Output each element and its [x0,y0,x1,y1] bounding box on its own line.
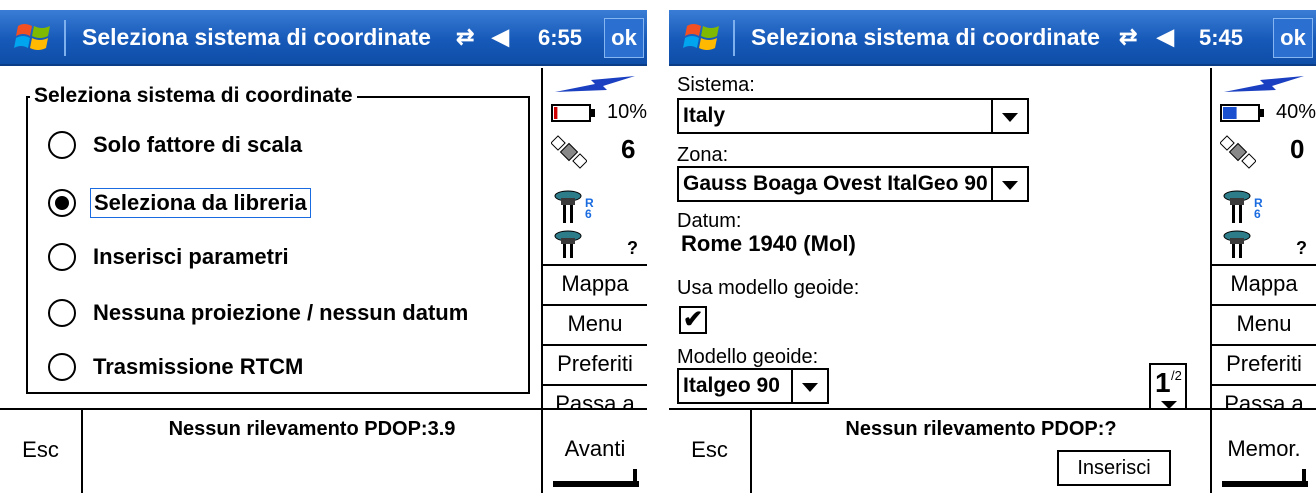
chevron-down-icon[interactable] [991,100,1027,132]
title-bar: Seleziona sistema di coordinate ⇄ ◀ 6:55… [0,10,647,66]
window-title: Seleziona sistema di coordinate [751,24,1100,50]
esc-button[interactable]: Esc [0,410,83,493]
page-indicator[interactable]: 1 /2 [1149,363,1187,413]
windows-start-icon[interactable] [12,16,56,60]
radio-button[interactable] [48,131,76,159]
option-scale-factor[interactable]: Solo fattore di scala [48,128,305,162]
windows-start-icon[interactable] [681,16,725,60]
radio-button-selected[interactable] [48,189,76,217]
radio-button[interactable] [48,243,76,271]
receiver-label: R6 [585,196,594,221]
radio-button[interactable] [48,353,76,381]
option-label: Solo fattore di scala [93,132,303,157]
satellite-icon[interactable] [551,134,587,170]
status-panel: 10% 6 R6 ? Mappa Menu Preferiti Passa a [541,68,647,422]
store-button-label: Memor. [1227,436,1301,461]
esc-button[interactable]: Esc [669,410,752,493]
option-label: Inserisci parametri [93,244,289,269]
radio-link-icon[interactable] [551,74,639,96]
connectivity-icon[interactable]: ⇄ [456,24,474,50]
clock-time[interactable]: 5:45 [1199,25,1243,51]
page-total: /2 [1171,368,1182,383]
next-button[interactable]: Avanti [541,410,647,493]
system-value: Italy [683,104,726,127]
left-screen: Seleziona sistema di coordinate ⇄ ◀ 6:55… [0,0,647,493]
zone-dropdown[interactable]: Gauss Boaga Ovest ItalGeo 90 [677,166,1029,202]
option-label: Nessuna proiezione / nessun datum [93,300,469,325]
store-button[interactable]: Memor. [1210,410,1316,493]
bottom-bar: Esc Nessun rilevamento PDOP:? Inserisci … [669,408,1316,493]
survey-status: Nessun rilevamento PDOP:? [845,418,1117,440]
softkey-hook [633,469,637,487]
ok-button[interactable]: ok [604,18,644,58]
ok-button[interactable]: ok [1273,18,1313,58]
gnss-receiver-icon[interactable] [1222,230,1252,258]
right-screen: Seleziona sistema di coordinate ⇄ ◀ 5:45… [669,0,1316,493]
option-label: Seleziona da libreria [90,188,311,218]
volume-icon[interactable]: ◀ [492,24,509,50]
satellite-count: 6 [621,134,636,164]
option-rtcm[interactable]: Trasmissione RTCM [48,350,306,384]
option-label: Trasmissione RTCM [93,354,304,379]
battery-percentage: 40% [1276,101,1316,123]
system-dropdown[interactable]: Italy [677,98,1029,134]
next-button-label: Avanti [564,436,626,461]
datum-value: Rome 1940 (Mol) [681,231,856,256]
option-enter-parameters[interactable]: Inserisci parametri [48,240,292,274]
battery-percentage: 10% [607,101,647,123]
system-label: Sistema: [677,74,755,96]
gnss-receiver-icon[interactable] [1222,190,1252,224]
geoid-model-label: Modello geoide: [677,346,819,368]
screenshot-gap [647,0,669,493]
clock-time[interactable]: 6:55 [538,25,582,51]
survey-status: Nessun rilevamento PDOP:3.9 [168,418,456,440]
chevron-down-icon[interactable] [991,168,1027,200]
datum-label: Datum: [677,210,742,232]
menu-button[interactable]: Menu [1212,304,1316,342]
connectivity-icon[interactable]: ⇄ [1119,24,1137,50]
softkey-hook [1302,469,1306,487]
status-panel: 40% 0 R6 ? Mappa Menu Preferiti Passa a [1210,68,1316,422]
satellite-icon[interactable] [1220,134,1256,170]
favorites-button[interactable]: Preferiti [1212,344,1316,382]
menu-button[interactable]: Menu [543,304,647,342]
title-separator [733,20,735,56]
group-title: Seleziona sistema di coordinate [30,84,357,108]
geoid-model-value: Italgeo 90 [683,374,780,397]
receiver-unknown-status: ? [627,238,638,258]
title-separator [64,20,66,56]
insert-button[interactable]: Inserisci [1057,450,1171,486]
gnss-receiver-icon[interactable] [553,190,583,224]
window-title: Seleziona sistema di coordinate [82,24,431,50]
softkey-underline [553,481,639,487]
radio-button[interactable] [48,299,76,327]
radio-link-icon[interactable] [1220,74,1308,96]
page-current: 1 [1155,367,1171,398]
softkey-underline [1222,481,1308,487]
map-button[interactable]: Mappa [543,264,647,302]
geoid-model-dropdown[interactable]: Italgeo 90 [677,368,829,404]
bottom-bar: Esc Nessun rilevamento PDOP:3.9 Avanti [0,408,647,493]
satellite-count: 0 [1290,134,1305,164]
receiver-label: R6 [1254,196,1263,221]
volume-icon[interactable]: ◀ [1157,24,1174,50]
option-no-projection[interactable]: Nessuna proiezione / nessun datum [48,296,471,330]
title-bar: Seleziona sistema di coordinate ⇄ ◀ 5:45… [669,10,1316,66]
receiver-unknown-status: ? [1296,238,1307,258]
battery-icon[interactable] [551,104,597,122]
option-library[interactable]: Seleziona da libreria [48,186,311,220]
battery-icon[interactable] [1220,104,1266,122]
favorites-button[interactable]: Preferiti [543,344,647,382]
map-button[interactable]: Mappa [1212,264,1316,302]
gnss-receiver-icon[interactable] [553,230,583,258]
zone-label: Zona: [677,144,729,166]
chevron-down-icon[interactable] [791,370,827,402]
zone-value: Gauss Boaga Ovest ItalGeo 90 [683,172,988,195]
geoid-use-label: Usa modello geoide: [677,277,860,299]
geoid-use-checkbox[interactable]: ✔ [679,306,707,334]
